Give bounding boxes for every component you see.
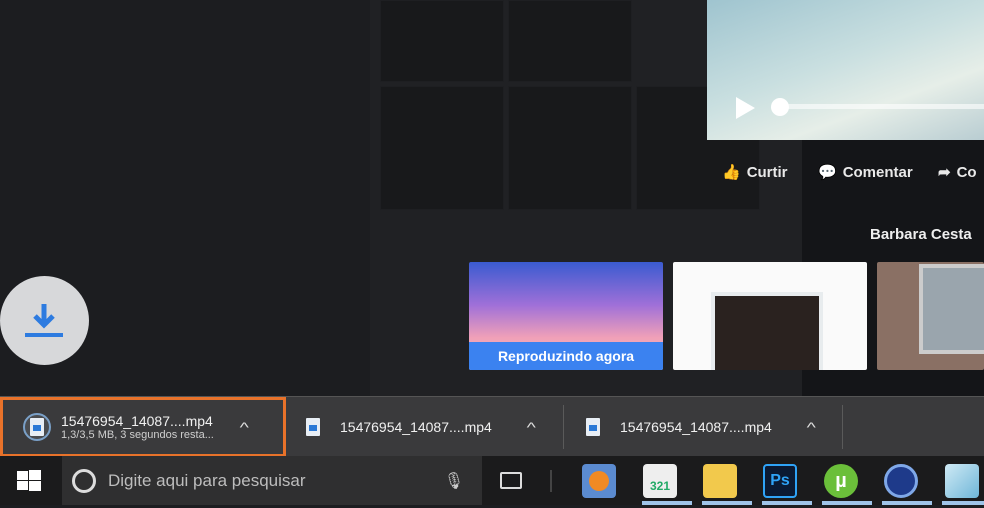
file-explorer-icon[interactable] bbox=[703, 464, 737, 498]
active-indicator bbox=[822, 501, 872, 505]
active-indicator bbox=[642, 501, 692, 505]
download-item[interactable]: 15476954_14087....mp4 ^ bbox=[586, 397, 836, 457]
divider bbox=[563, 405, 564, 449]
download-shelf: 15476954_14087....mp4 1,3/3,5 MB, 3 segu… bbox=[0, 396, 984, 457]
now-playing-label: Reproduzindo agora bbox=[469, 342, 663, 370]
chevron-up-icon[interactable]: ^ bbox=[527, 419, 536, 435]
thumbnail[interactable] bbox=[380, 0, 504, 82]
photoshop-icon[interactable]: Ps bbox=[763, 464, 797, 498]
profile-name[interactable]: Barbara Cesta bbox=[870, 226, 972, 243]
media-player-icon[interactable] bbox=[582, 464, 616, 498]
chevron-up-icon[interactable]: ^ bbox=[807, 419, 816, 435]
search-box[interactable]: Digite aqui para pesquisar 🎙 bbox=[62, 456, 482, 505]
download-item[interactable]: 15476954_14087....mp4 ^ bbox=[306, 397, 556, 457]
like-button[interactable]: 👍 Curtir bbox=[722, 163, 788, 182]
file-icon bbox=[30, 418, 44, 436]
file-icon bbox=[586, 418, 600, 436]
video-player[interactable] bbox=[707, 0, 984, 140]
media-player-classic-icon[interactable]: 321 bbox=[643, 464, 677, 498]
share-button[interactable]: ➦ Co bbox=[938, 163, 977, 182]
divider bbox=[842, 405, 843, 449]
progress-ring-icon bbox=[23, 413, 51, 441]
seek-bar[interactable] bbox=[780, 104, 984, 109]
download-button[interactable] bbox=[0, 276, 89, 365]
comment-icon: 💬 bbox=[818, 164, 837, 181]
download-item[interactable]: 15476954_14087....mp4 1,3/3,5 MB, 3 segu… bbox=[0, 397, 286, 457]
active-indicator bbox=[882, 501, 932, 505]
active-indicator bbox=[762, 501, 812, 505]
play-icon[interactable] bbox=[736, 97, 755, 119]
seek-handle[interactable] bbox=[771, 98, 789, 116]
thumbnail[interactable] bbox=[380, 86, 504, 210]
sync-app-icon[interactable] bbox=[884, 464, 918, 498]
windows-start-icon[interactable] bbox=[17, 470, 41, 492]
microphone-icon[interactable]: 🎙 bbox=[444, 471, 464, 491]
video-card[interactable] bbox=[673, 262, 867, 370]
cortana-icon bbox=[72, 468, 96, 493]
divider bbox=[550, 470, 552, 492]
download-icon bbox=[25, 304, 63, 337]
video-card-now-playing[interactable]: Reproduzindo agora bbox=[469, 262, 663, 370]
thumbnail[interactable] bbox=[508, 86, 632, 210]
thumbnail[interactable] bbox=[508, 0, 632, 82]
notepad-icon[interactable] bbox=[945, 464, 979, 498]
share-icon: ➦ bbox=[938, 164, 951, 181]
file-icon bbox=[306, 418, 320, 436]
photo bbox=[919, 264, 984, 354]
video-card[interactable] bbox=[877, 262, 984, 370]
thumbs-up-icon: 👍 bbox=[722, 164, 741, 181]
active-indicator bbox=[702, 501, 752, 505]
active-indicator bbox=[942, 501, 984, 505]
taskbar: Digite aqui para pesquisar 🎙 321 Ps µ bbox=[0, 456, 984, 505]
chevron-up-icon[interactable]: ^ bbox=[240, 419, 249, 435]
photo bbox=[711, 292, 823, 370]
comment-button[interactable]: 💬 Comentar bbox=[818, 163, 913, 182]
task-view-icon[interactable] bbox=[500, 472, 522, 489]
utorrent-icon[interactable]: µ bbox=[824, 464, 858, 498]
